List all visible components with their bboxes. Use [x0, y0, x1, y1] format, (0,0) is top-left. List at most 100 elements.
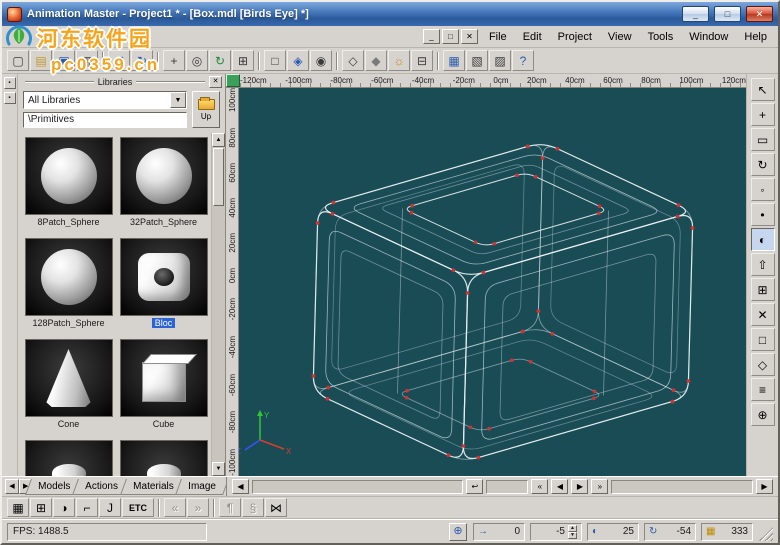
rotate-tool[interactable]: ↻	[751, 153, 775, 176]
dock-handle-bottom-button[interactable]: ▪	[4, 92, 16, 104]
status-x-field[interactable]: -5 ▲▼	[530, 523, 582, 541]
library-item-cylinder-1[interactable]	[23, 440, 114, 476]
child-close-button[interactable]: ✕	[461, 29, 478, 44]
extrude-tool[interactable]: ⇧	[751, 253, 775, 276]
child-restore-button[interactable]: □	[442, 29, 459, 44]
resize-grip[interactable]	[759, 527, 773, 541]
library-item-8patch-sphere[interactable]: 8Patch_Sphere	[23, 137, 114, 238]
group-tool[interactable]: □	[751, 328, 775, 351]
library-item-cone[interactable]: Cone	[23, 339, 114, 440]
delete-tool[interactable]: ✕	[751, 303, 775, 326]
scrollbar-track[interactable]	[212, 207, 225, 462]
zoom-section-tool[interactable]: ⊕	[751, 403, 775, 426]
axis-mode-icon[interactable]: ⊕	[449, 523, 467, 541]
save-button[interactable]: ▣	[53, 50, 75, 71]
close-button[interactable]: ✕	[746, 6, 773, 22]
step-forward-button[interactable]: ▶	[571, 479, 588, 494]
timeline-scroll-right-button[interactable]: ▶	[756, 479, 773, 494]
child-minimize-button[interactable]: _	[423, 29, 440, 44]
library-item-bloc[interactable]: Bloc	[118, 238, 209, 339]
tab-image[interactable]: Image	[175, 479, 227, 495]
zoom-fit-button[interactable]: ⊞	[232, 50, 254, 71]
library-item-cube[interactable]: Cube	[118, 339, 209, 440]
front-view-button[interactable]: □	[264, 50, 286, 71]
wireframe-mode-button[interactable]: ◇	[342, 50, 364, 71]
maximize-button[interactable]: □	[714, 6, 741, 22]
timeline-scroll-left-button[interactable]: ◀	[232, 479, 249, 494]
scroll-up-icon[interactable]: ▲	[212, 133, 225, 147]
dock-handle-top-button[interactable]: ▪	[4, 77, 16, 89]
new-button[interactable]: ▢	[7, 50, 29, 71]
help-button[interactable]: ?	[512, 50, 534, 71]
tabs-scroll-left-icon[interactable]: ◀	[5, 479, 19, 494]
open-button[interactable]: ▤	[30, 50, 52, 71]
grid-button[interactable]: ⊟	[411, 50, 433, 71]
step-back-button[interactable]: ◀	[551, 479, 568, 494]
turn-tool-button[interactable]: ↻	[209, 50, 231, 71]
library-up-button[interactable]: Up	[192, 91, 220, 128]
menu-project[interactable]: Project	[550, 28, 600, 46]
timeline-track[interactable]	[611, 480, 753, 494]
duplicate-tool[interactable]: ⊞	[751, 278, 775, 301]
selection-filter-button[interactable]: ▦	[7, 498, 29, 517]
normals-tool[interactable]: ≡	[751, 378, 775, 401]
library-item-32patch-sphere[interactable]: 32Patch_Sphere	[118, 137, 209, 238]
timeline-loop-button[interactable]: ↩	[466, 479, 483, 494]
project-workspace-button[interactable]: ▧	[466, 50, 488, 71]
title-bar[interactable]: Animation Master - Project1 * - [Box.mdl…	[2, 2, 778, 26]
status-zoom-field[interactable]: ▦ 333 ▲▼	[701, 523, 753, 541]
menu-tools[interactable]: Tools	[640, 28, 682, 46]
lights-button[interactable]: ☼	[388, 50, 410, 71]
key-muscle-button[interactable]: §	[242, 498, 264, 517]
chevron-down-icon[interactable]: ▼	[170, 92, 186, 108]
snap-to-grid-button[interactable]: ⊞	[30, 498, 52, 517]
translate-tool[interactable]: +	[751, 103, 775, 126]
print-button[interactable]: ▥	[76, 50, 98, 71]
ruler-origin-button[interactable]	[226, 74, 240, 87]
next-keyframe-button[interactable]: »	[187, 498, 209, 517]
timeline-track[interactable]	[252, 480, 463, 494]
minimize-button[interactable]: _	[682, 6, 709, 22]
menu-help[interactable]: Help	[736, 28, 775, 46]
first-frame-button[interactable]: «	[531, 479, 548, 494]
patch-tool[interactable]: ◇	[751, 353, 775, 376]
lathe-tool[interactable]: ◐	[751, 228, 775, 251]
spinner-down-icon[interactable]: ▼	[568, 532, 577, 539]
constraint-button[interactable]: ⋈	[265, 498, 287, 517]
timeline-track[interactable]	[486, 480, 528, 494]
etc-button[interactable]: ETC	[122, 498, 154, 517]
scroll-down-icon[interactable]: ▼	[212, 462, 225, 476]
prev-keyframe-button[interactable]: «	[164, 498, 186, 517]
zoom-tool-button[interactable]: ◎	[186, 50, 208, 71]
select-tool[interactable]: ↖	[751, 78, 775, 101]
scale-tool[interactable]: ▭	[751, 128, 775, 151]
library-scrollbar[interactable]: ▲ ▼	[211, 133, 225, 476]
menu-window[interactable]: Window	[681, 28, 736, 46]
add-point-tool[interactable]: ◦	[751, 178, 775, 201]
menu-file[interactable]: File	[481, 28, 515, 46]
spinner-up-icon[interactable]: ▲	[568, 525, 577, 532]
status-turn-field[interactable]: ↻ -54 ▲▼	[644, 523, 696, 541]
library-item-128patch-sphere[interactable]: 128Patch_Sphere	[23, 238, 114, 339]
birds-eye-view-button[interactable]: ◈	[287, 50, 309, 71]
key-skeletal-button[interactable]: ¶	[219, 498, 241, 517]
status-frame-field[interactable]: → 0 ▲▼	[473, 523, 525, 541]
redo-button[interactable]: ↻	[131, 50, 153, 71]
scrollbar-thumb[interactable]	[213, 148, 224, 206]
undo-button[interactable]: ↺	[108, 50, 130, 71]
library-filter-dropdown[interactable]: All Libraries ▼	[23, 91, 187, 109]
bias-handles-button[interactable]: J	[99, 498, 121, 517]
insert-cp-tool[interactable]: •	[751, 203, 775, 226]
library-item-cylinder-2[interactable]	[118, 440, 209, 476]
status-y-field[interactable]: ◐ 25 ▲▼	[587, 523, 639, 541]
menu-view[interactable]: View	[600, 28, 640, 46]
camera-view-button[interactable]: ◉	[310, 50, 332, 71]
magnet-mode-button[interactable]: ◑	[53, 498, 75, 517]
viewport-canvas[interactable]: 100cm80cm60cm40cm20cm0cm-20cm-40cm-60cm-…	[226, 88, 746, 476]
library-path-field[interactable]: \Primitives	[23, 112, 187, 128]
move-tool-button[interactable]: +	[163, 50, 185, 71]
curve-handles-button[interactable]: ⌐	[76, 498, 98, 517]
properties-button[interactable]: ▨	[489, 50, 511, 71]
library-close-button[interactable]: ✕	[209, 76, 222, 88]
menu-edit[interactable]: Edit	[515, 28, 550, 46]
